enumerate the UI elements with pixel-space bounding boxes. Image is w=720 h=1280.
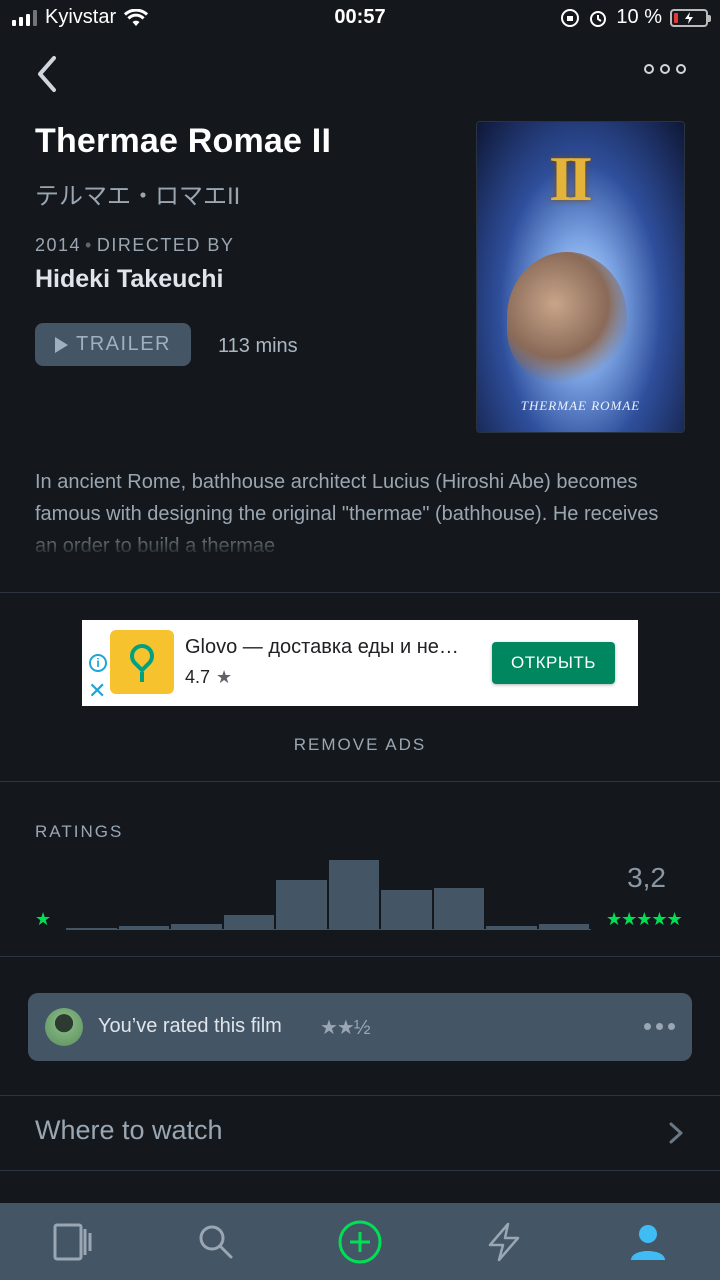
ad-app-icon bbox=[110, 630, 174, 694]
film-poster[interactable]: II THERMAE ROMAE bbox=[476, 121, 685, 433]
divider bbox=[0, 1095, 720, 1096]
ad-app-name: Glovo — доставка еды и не… bbox=[185, 636, 459, 658]
orientation-lock-icon bbox=[561, 8, 580, 27]
activity-icon bbox=[488, 1222, 520, 1261]
where-to-watch-row[interactable]: Where to watch bbox=[35, 1115, 223, 1146]
tab-films[interactable] bbox=[0, 1203, 144, 1280]
status-right: 10 % bbox=[560, 6, 711, 29]
release-year[interactable]: 2014 bbox=[35, 235, 81, 255]
profile-icon bbox=[631, 1224, 665, 1260]
alarm-icon bbox=[590, 10, 607, 27]
ad-info-icon[interactable]: i bbox=[89, 654, 107, 672]
chevron-right-icon[interactable] bbox=[668, 1122, 684, 1144]
trailer-button[interactable]: TRAILER bbox=[35, 323, 191, 366]
tab-bar bbox=[0, 1203, 720, 1280]
trailer-label: TRAILER bbox=[76, 333, 171, 355]
search-icon bbox=[199, 1225, 233, 1258]
film-title: Thermae Romae II bbox=[35, 122, 332, 160]
remove-ads-link[interactable]: REMOVE ADS bbox=[0, 735, 720, 755]
ratings-heading: RATINGS bbox=[35, 822, 124, 841]
battery-icon bbox=[670, 8, 711, 27]
poster-caption: THERMAE ROMAE bbox=[520, 398, 641, 413]
histogram-bar[interactable] bbox=[538, 924, 589, 930]
tab-profile[interactable] bbox=[576, 1203, 720, 1280]
add-icon bbox=[338, 1220, 382, 1263]
histogram-bar[interactable] bbox=[433, 888, 484, 930]
divider bbox=[0, 592, 720, 593]
tab-add[interactable] bbox=[288, 1203, 432, 1280]
poster-numeral: II bbox=[549, 143, 593, 214]
divider bbox=[0, 781, 720, 782]
divider bbox=[0, 1170, 720, 1171]
star-icon: ★ bbox=[216, 667, 233, 687]
histogram-bar[interactable] bbox=[171, 924, 222, 930]
battery-percent: 10 % bbox=[616, 6, 662, 28]
min-star-icon: ★ bbox=[35, 909, 52, 929]
ad-close-icon[interactable]: ✕ bbox=[88, 680, 106, 702]
max-stars-icon: ★★★★★ bbox=[606, 909, 683, 929]
ad-banner[interactable]: i ✕ Glovo — доставка еды и не… 4.7 ★ ОТКР… bbox=[82, 620, 638, 706]
histogram-bar[interactable] bbox=[328, 860, 379, 930]
tab-activity[interactable] bbox=[432, 1203, 576, 1280]
histogram-bar[interactable] bbox=[486, 926, 537, 930]
films-icon bbox=[53, 1223, 92, 1260]
your-rating-text: You’ve rated this film bbox=[98, 1015, 282, 1037]
ad-open-button[interactable]: ОТКРЫТЬ bbox=[492, 642, 615, 684]
more-options-button[interactable] bbox=[644, 64, 686, 74]
avatar bbox=[45, 1008, 83, 1046]
original-title: テルマエ・ロマエII bbox=[35, 183, 241, 210]
divider bbox=[0, 956, 720, 957]
histogram-bar[interactable] bbox=[223, 915, 274, 930]
poster-figure bbox=[507, 252, 627, 382]
film-meta: 2014 • DIRECTED BY bbox=[35, 235, 235, 255]
status-bar: Kyivstar 00:57 10 % bbox=[0, 0, 720, 40]
rating-options-button[interactable] bbox=[644, 1023, 675, 1030]
histogram-bar[interactable] bbox=[381, 890, 432, 930]
average-rating: 3,2 bbox=[627, 862, 666, 893]
histogram-bar[interactable] bbox=[276, 880, 327, 930]
ad-app-rating: 4.7 ★ bbox=[185, 667, 232, 688]
runtime: 113 mins bbox=[218, 335, 298, 357]
synopsis[interactable]: In ancient Rome, bathhouse architect Luc… bbox=[35, 466, 685, 558]
your-rating-stars: ★★½ bbox=[320, 1017, 371, 1039]
director-name[interactable]: Hideki Takeuchi bbox=[35, 265, 224, 294]
your-rating-card[interactable]: You’ve rated this film ★★½ bbox=[28, 993, 692, 1061]
back-button[interactable] bbox=[28, 52, 68, 96]
tab-search[interactable] bbox=[144, 1203, 288, 1280]
ratings-histogram bbox=[66, 848, 591, 930]
ad-rating-value: 4.7 bbox=[185, 667, 211, 687]
play-icon bbox=[55, 336, 69, 353]
histogram-bar[interactable] bbox=[118, 926, 169, 930]
histogram-bar[interactable] bbox=[66, 928, 117, 930]
directed-by-label: DIRECTED BY bbox=[96, 235, 235, 255]
